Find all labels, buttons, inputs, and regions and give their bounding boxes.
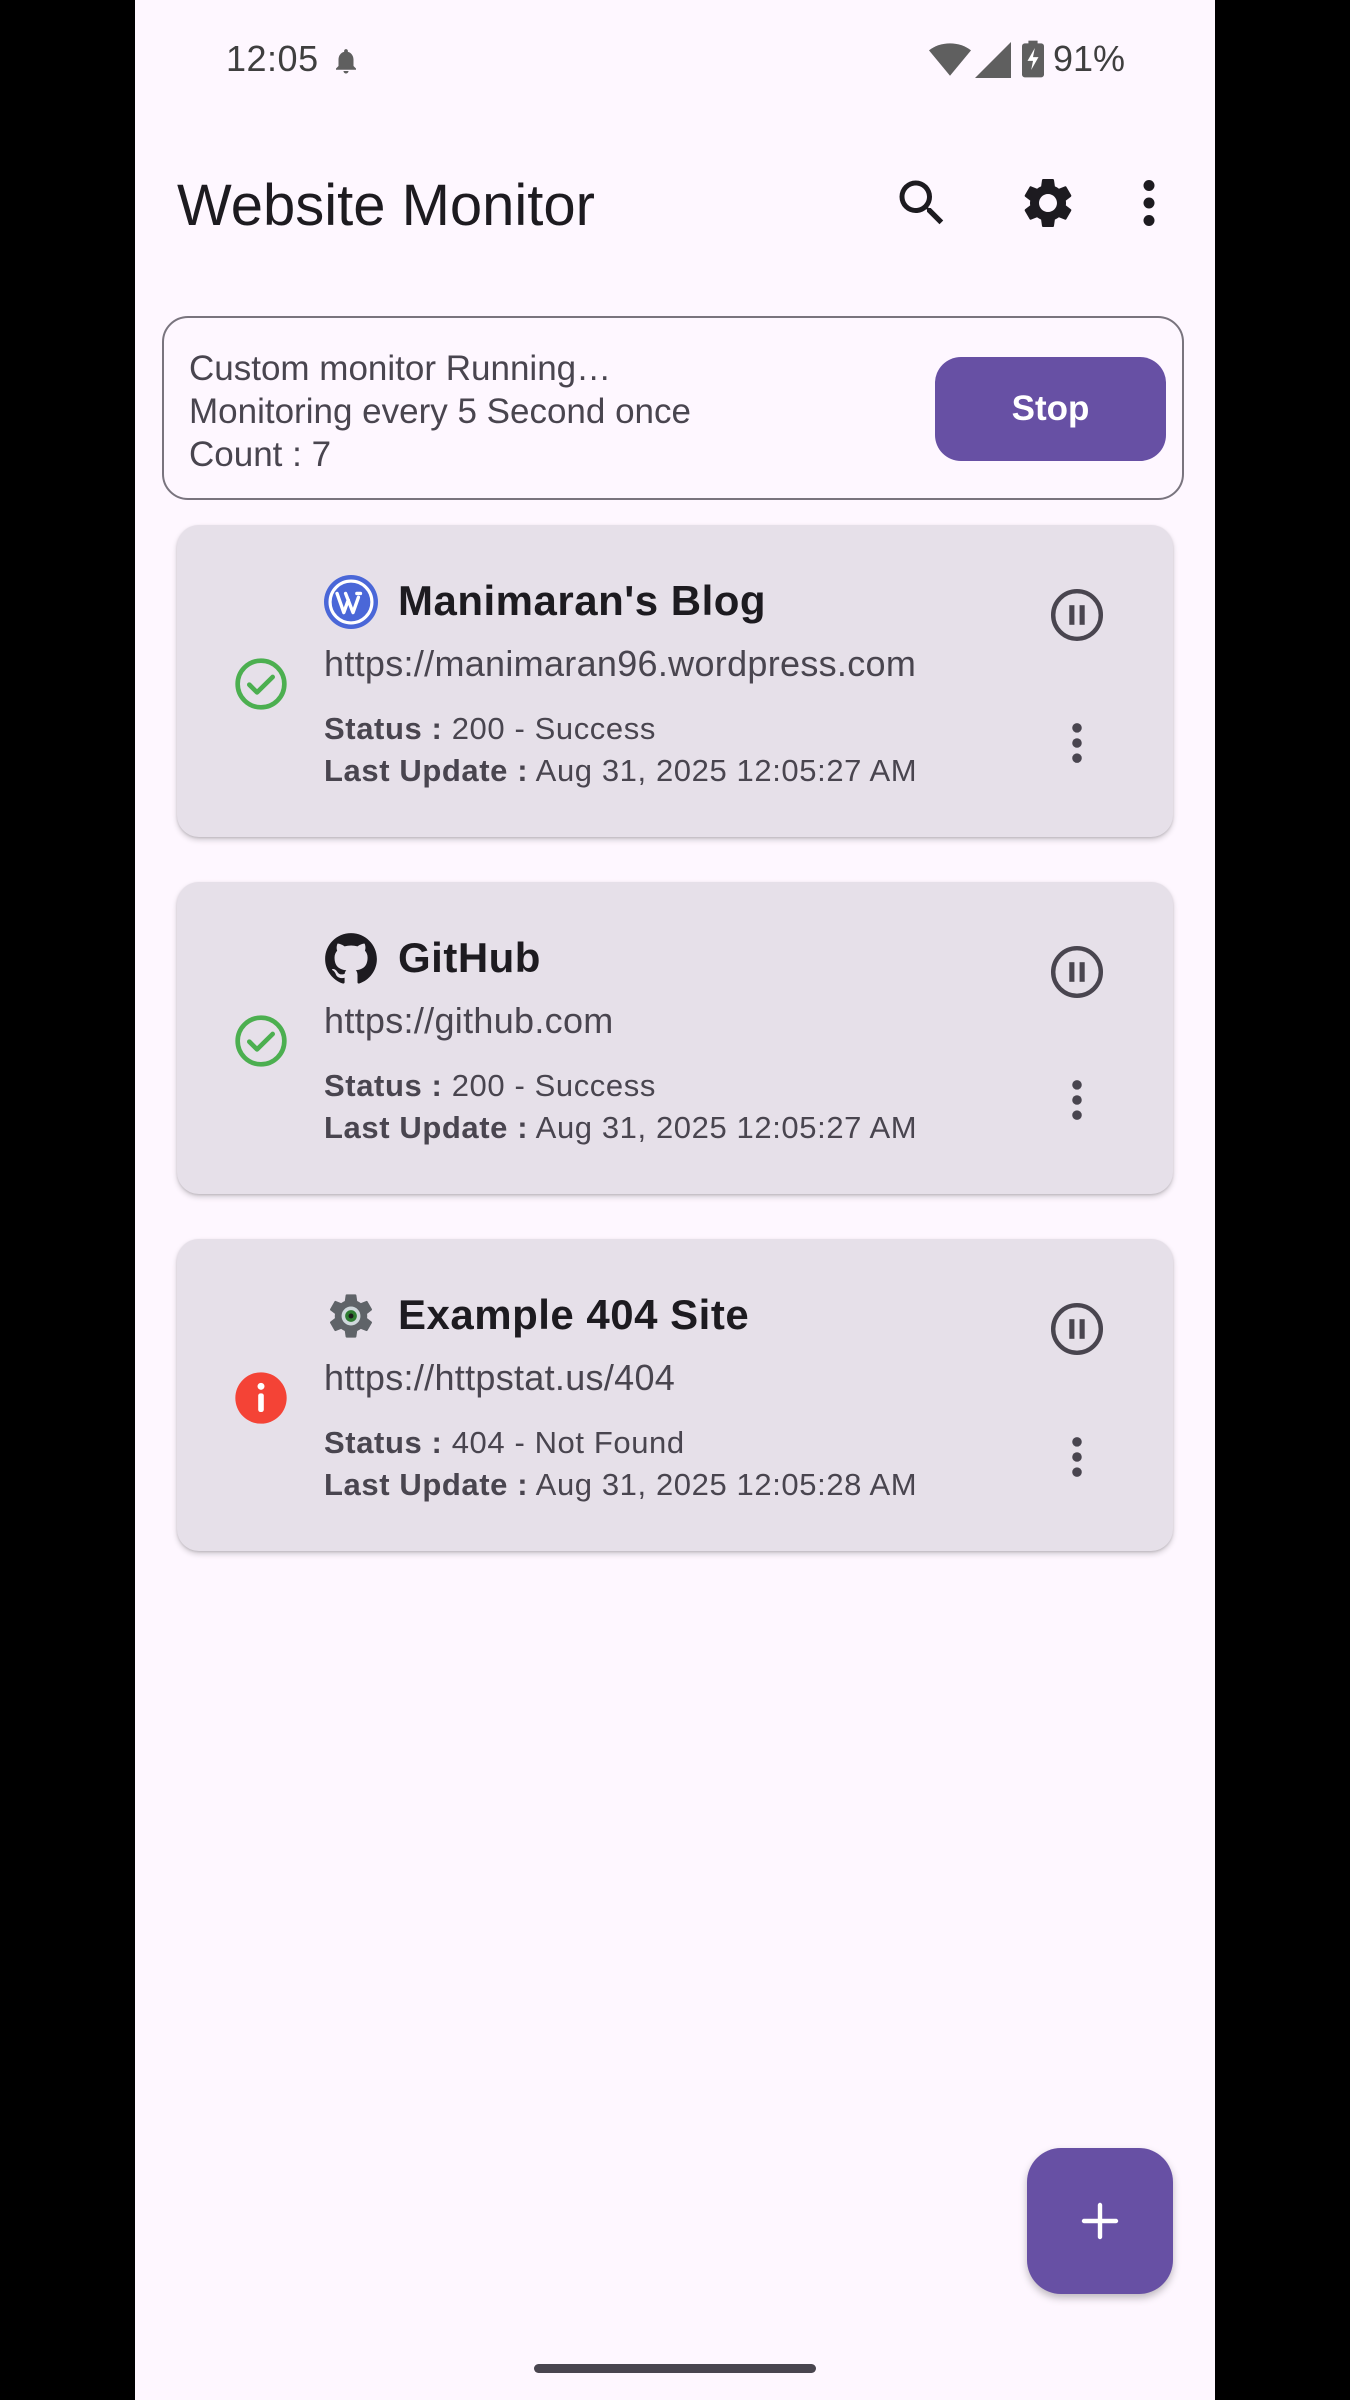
more-vert-icon[interactable] — [1129, 173, 1169, 233]
site-name: Manimaran's Blog — [398, 577, 767, 624]
pause-icon[interactable] — [1049, 944, 1105, 1000]
last-update-line: Last Update : Aug 31, 2025 12:05:27 AM — [324, 1110, 917, 1146]
site-url: https://github.com — [324, 1000, 614, 1041]
add-site-fab[interactable] — [1027, 2148, 1173, 2294]
cell-signal-icon — [975, 42, 1011, 78]
site-name: GitHub — [398, 934, 541, 981]
status-bar: 12:05 91% — [135, 0, 1215, 124]
notification-bell-icon — [336, 49, 356, 74]
pause-icon[interactable] — [1049, 1301, 1105, 1357]
github-icon — [325, 933, 377, 984]
last-update-line: Last Update : Aug 31, 2025 12:05:27 AM — [324, 753, 917, 789]
card-more-vert-icon[interactable] — [1057, 1074, 1097, 1126]
status-time: 12:05 — [226, 38, 319, 79]
monitor-interval-text: Monitoring every 5 Second once — [189, 392, 691, 431]
settings-gear-icon[interactable] — [1018, 173, 1078, 233]
monitor-status-text: Custom monitor Running… — [189, 349, 612, 388]
status-label: Status : — [324, 1068, 443, 1103]
app-title: Website Monitor — [177, 173, 595, 238]
monitor-count-text: Count : 7 — [189, 435, 332, 474]
last-update-value: Aug 31, 2025 12:05:27 AM — [535, 1110, 918, 1145]
wordpress-icon — [324, 575, 378, 629]
custom-monitor-panel: Custom monitor Running… Monitoring every… — [162, 316, 1184, 500]
card-more-vert-icon[interactable] — [1057, 717, 1097, 769]
status-line: Status : 404 - Not Found — [324, 1425, 685, 1461]
add-icon — [1081, 2202, 1119, 2240]
status-value: 404 - Not Found — [451, 1425, 685, 1460]
status-label: Status : — [324, 711, 443, 746]
app-screen: 12:05 91% Website Monitor Custom monitor… — [135, 0, 1215, 2400]
battery-percentage: 91% — [1053, 38, 1126, 79]
last-update-label: Last Update : — [324, 1467, 529, 1502]
success-check-icon — [235, 658, 287, 710]
site-card[interactable]: Manimaran's Blog https://manimaran96.wor… — [177, 525, 1173, 837]
site-name: Example 404 Site — [398, 1291, 750, 1338]
stop-button[interactable]: Stop — [935, 357, 1166, 461]
site-card[interactable]: GitHub https://github.com Status : 200 -… — [177, 882, 1173, 1194]
site-url: https://manimaran96.wordpress.com — [324, 643, 917, 684]
gesture-nav-bar[interactable] — [534, 2364, 816, 2373]
last-update-value: Aug 31, 2025 12:05:28 AM — [535, 1467, 918, 1502]
last-update-label: Last Update : — [324, 753, 529, 788]
status-value: 200 - Success — [451, 711, 656, 746]
status-line: Status : 200 - Success — [324, 711, 656, 747]
default-site-gear-icon — [329, 1294, 373, 1338]
card-more-vert-icon[interactable] — [1057, 1431, 1097, 1483]
status-label: Status : — [324, 1425, 443, 1460]
pause-icon[interactable] — [1049, 587, 1105, 643]
last-update-line: Last Update : Aug 31, 2025 12:05:28 AM — [324, 1467, 917, 1503]
battery-charging-icon — [1022, 40, 1044, 78]
status-line: Status : 200 - Success — [324, 1068, 656, 1104]
site-card[interactable]: Example 404 Site https://httpstat.us/404… — [177, 1239, 1173, 1551]
search-icon[interactable] — [892, 173, 952, 233]
wifi-icon — [929, 43, 971, 76]
last-update-value: Aug 31, 2025 12:05:27 AM — [535, 753, 918, 788]
error-info-icon — [235, 1372, 287, 1424]
success-check-icon — [235, 1015, 287, 1067]
last-update-label: Last Update : — [324, 1110, 529, 1145]
status-value: 200 - Success — [451, 1068, 656, 1103]
site-url: https://httpstat.us/404 — [324, 1357, 676, 1398]
